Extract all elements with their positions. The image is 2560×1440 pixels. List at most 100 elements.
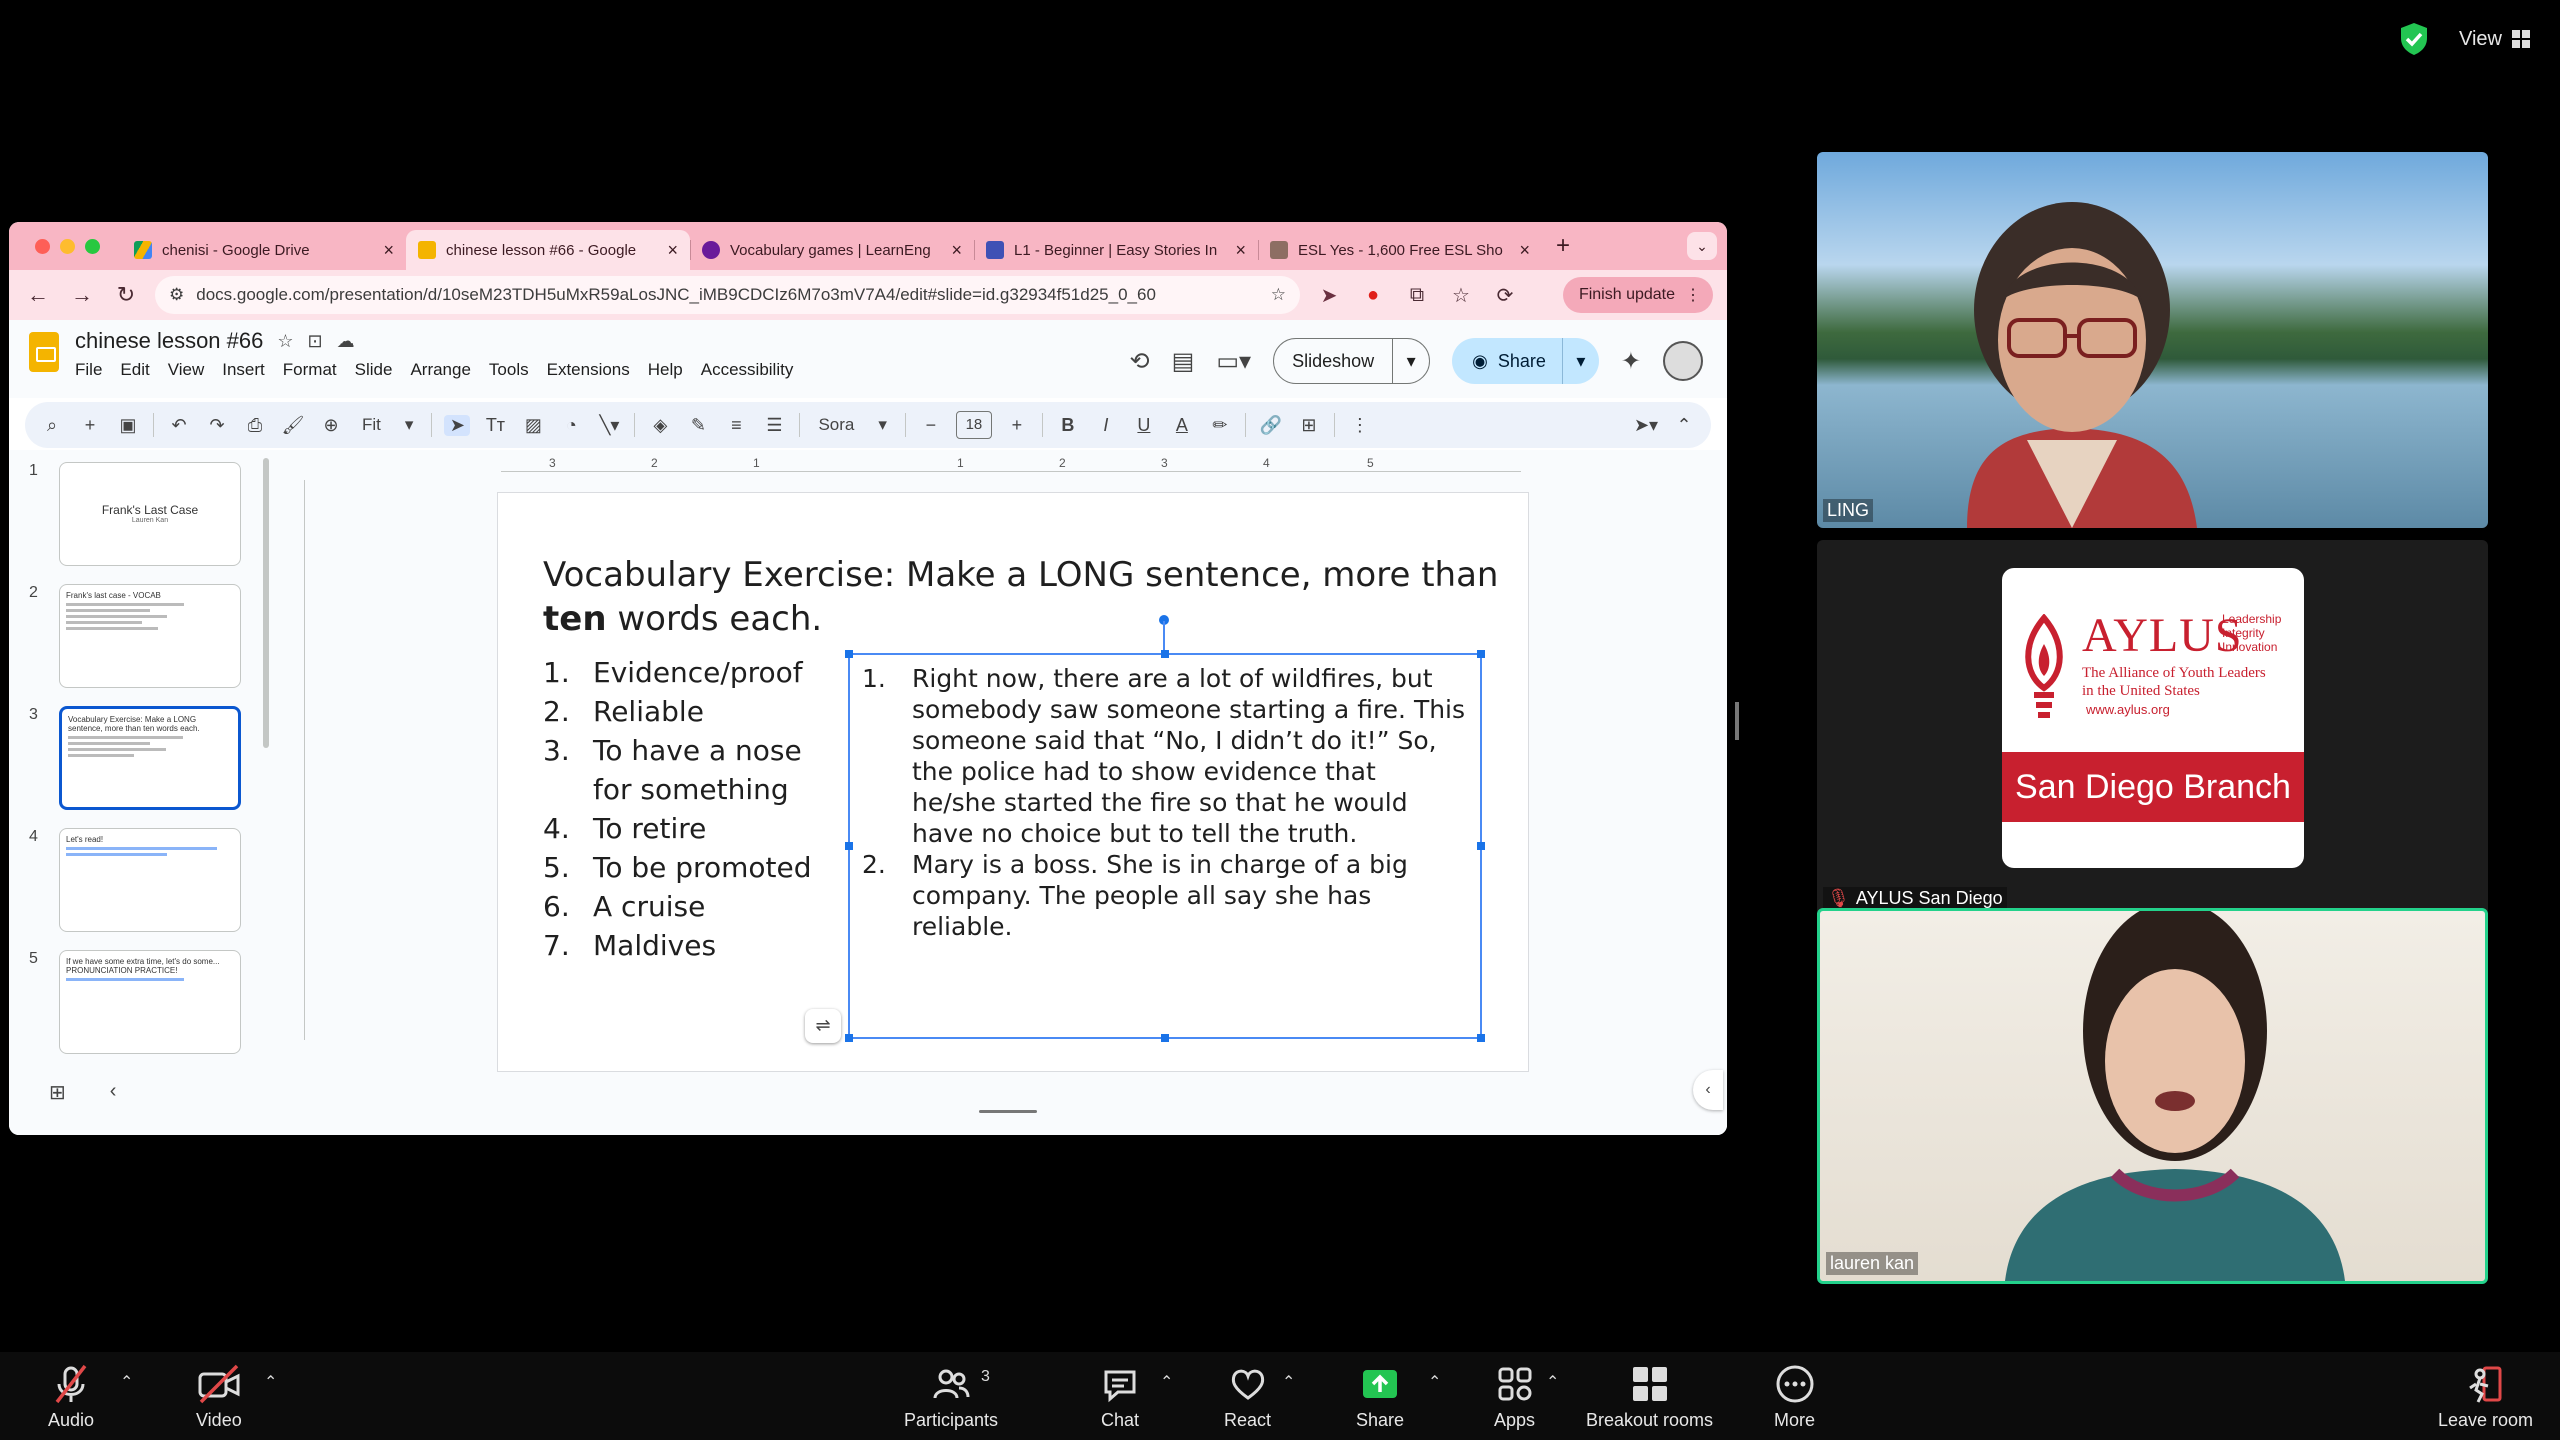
slide-thumbnail[interactable]: Frank's Last Case Lauren Kan [59, 462, 241, 566]
slide-thumbnail[interactable]: Let's read! [59, 828, 241, 932]
slideshow-button[interactable]: Slideshow ▾ [1273, 338, 1431, 384]
search-icon[interactable]: ⌕ [39, 415, 65, 436]
forward-arrow-icon[interactable]: → [67, 282, 97, 308]
menu-view[interactable]: View [168, 360, 205, 380]
redo-icon[interactable]: ↷ [204, 415, 230, 436]
add-comment-icon[interactable]: ⊞ [1296, 415, 1322, 436]
finish-update-button[interactable]: Finish update ⋮ [1562, 277, 1713, 313]
slideshow-label[interactable]: Slideshow [1274, 339, 1394, 383]
minimize-window-button[interactable] [60, 238, 75, 254]
meet-camera-icon[interactable]: ▭▾ [1216, 347, 1251, 376]
doc-title[interactable]: chinese lesson #66 [75, 328, 263, 354]
menu-arrange[interactable]: Arrange [410, 360, 470, 380]
participants-button[interactable]: 3 Participants [904, 1362, 998, 1431]
autofit-off-icon[interactable]: ⇌ [805, 1009, 841, 1043]
font-size-input[interactable]: 18 [955, 411, 992, 439]
highlight-icon[interactable]: ✏ [1207, 415, 1233, 436]
chevron-down-icon[interactable]: ▾ [1393, 351, 1429, 372]
close-icon[interactable]: × [667, 240, 678, 261]
more-button[interactable]: More [1774, 1362, 1815, 1431]
pointer-mode-icon[interactable]: ➤▾ [1633, 415, 1659, 436]
sync-icon[interactable]: ⟳ [1490, 283, 1520, 308]
menu-accessibility[interactable]: Accessibility [701, 360, 794, 380]
collapse-filmstrip-icon[interactable]: ‹ [110, 1080, 117, 1105]
browser-tab[interactable]: chenisi - Google Drive × [122, 230, 406, 270]
bold-icon[interactable]: B [1055, 415, 1081, 436]
menu-insert[interactable]: Insert [222, 360, 265, 380]
star-icon[interactable]: ☆ [277, 331, 293, 352]
more-options-icon[interactable]: ⋮ [1347, 415, 1373, 436]
chat-options-chevron-icon[interactable]: ⌃ [1160, 1372, 1173, 1392]
video-button[interactable]: Video [196, 1362, 242, 1431]
audio-button[interactable]: Audio [48, 1362, 94, 1431]
browser-tab-active[interactable]: chinese lesson #66 - Google × [406, 230, 690, 270]
menu-extensions[interactable]: Extensions [547, 360, 630, 380]
layout-icon[interactable]: ▣ [115, 415, 141, 436]
apps-button[interactable]: Apps [1494, 1362, 1535, 1431]
border-weight-icon[interactable]: ≡ [723, 415, 749, 436]
side-panel-chevron-icon[interactable]: ‹ [1693, 1070, 1723, 1110]
slide-title[interactable]: Vocabulary Exercise: Make a LONG sentenc… [543, 553, 1503, 641]
close-icon[interactable]: × [1519, 240, 1530, 261]
breakout-rooms-button[interactable]: Breakout rooms [1586, 1362, 1713, 1431]
menu-file[interactable]: File [75, 360, 102, 380]
shape-icon[interactable]: ◔ [558, 415, 584, 436]
increase-font-icon[interactable]: + [1004, 415, 1030, 436]
selected-text-box[interactable]: 1. Right now, there are a lot of wildfire… [845, 650, 1485, 1042]
chevron-down-icon[interactable]: ▾ [1563, 351, 1599, 372]
cursor-extension-icon[interactable]: ➤ [1314, 283, 1344, 308]
tab-search-chevron-icon[interactable]: ⌄ [1687, 232, 1717, 260]
slide-thumbnail-selected[interactable]: Vocabulary Exercise: Make a LONG sentenc… [59, 706, 241, 810]
line-icon[interactable]: ╲▾ [596, 415, 622, 436]
underline-icon[interactable]: U [1131, 415, 1157, 436]
slide-canvas[interactable]: Vocabulary Exercise: Make a LONG sentenc… [497, 492, 1529, 1072]
fill-color-icon[interactable]: ◈ [647, 415, 673, 436]
version-history-icon[interactable]: ⟲ [1130, 347, 1150, 376]
filmstrip-scrollbar[interactable] [263, 458, 269, 748]
resize-handle[interactable] [845, 650, 853, 658]
browser-tab[interactable]: L1 - Beginner | Easy Stories In × [974, 230, 1258, 270]
video-tile-active-speaker[interactable]: lauren kan [1817, 908, 2488, 1284]
video-tile[interactable]: AYLUS Leadership Integrity Innovation The … [1817, 540, 2488, 916]
decrease-font-icon[interactable]: − [918, 415, 944, 436]
vocab-list[interactable]: 1. Evidence/proof 2. Reliable 3. To have a … [543, 653, 843, 965]
text-box-icon[interactable]: Tт [482, 415, 508, 436]
zoom-select[interactable]: Fit ▾ [356, 415, 419, 435]
collapse-toolbar-icon[interactable]: ⌃ [1671, 415, 1697, 436]
new-slide-plus-icon[interactable]: + [77, 415, 103, 436]
image-icon[interactable]: ▨ [520, 415, 546, 436]
slide-thumbnail[interactable]: If we have some extra time, let's do som… [59, 950, 241, 1054]
video-tile[interactable]: LING [1817, 152, 2488, 528]
comments-icon[interactable]: ▤ [1172, 347, 1195, 376]
bookmark-star-icon[interactable]: ☆ [1271, 285, 1286, 305]
extensions-puzzle-icon[interactable]: ⧉ [1402, 284, 1432, 307]
text-color-icon[interactable]: A [1169, 415, 1195, 436]
move-folder-icon[interactable]: ⊡ [308, 331, 323, 352]
close-icon[interactable]: × [951, 240, 962, 261]
browser-tab[interactable]: ESL Yes - 1,600 Free ESL Sho × [1258, 230, 1542, 270]
share-screen-button[interactable]: Share [1356, 1362, 1404, 1431]
resize-handle[interactable] [845, 842, 853, 850]
link-icon[interactable]: 🔗 [1258, 415, 1284, 436]
slide-thumbnail[interactable]: Frank's last case - VOCAB [59, 584, 241, 688]
paint-format-icon[interactable]: 🖌 [280, 415, 306, 436]
split-resize-handle[interactable] [1735, 702, 1739, 740]
menu-format[interactable]: Format [283, 360, 337, 380]
close-icon[interactable]: × [383, 240, 394, 261]
resize-handle[interactable] [845, 1034, 853, 1042]
avatar[interactable] [1663, 341, 1703, 381]
react-options-chevron-icon[interactable]: ⌃ [1282, 1372, 1295, 1392]
italic-icon[interactable]: I [1093, 415, 1119, 436]
audio-options-chevron-icon[interactable]: ⌃ [120, 1372, 133, 1392]
view-button[interactable]: View [2459, 28, 2530, 51]
new-tab-plus-icon[interactable]: + [1556, 232, 1570, 260]
slides-logo-icon[interactable] [29, 332, 59, 372]
shield-check-icon[interactable] [2399, 22, 2429, 56]
chat-button[interactable]: Chat [1100, 1362, 1140, 1431]
url-input[interactable]: ⚙ docs.google.com/presentation/d/10seM23… [155, 276, 1300, 314]
reload-icon[interactable]: ↻ [111, 282, 141, 308]
site-settings-icon[interactable]: ⚙ [169, 285, 184, 305]
maximize-window-button[interactable] [85, 238, 100, 254]
border-dash-icon[interactable]: ☰ [761, 415, 787, 436]
undo-icon[interactable]: ↶ [166, 415, 192, 436]
